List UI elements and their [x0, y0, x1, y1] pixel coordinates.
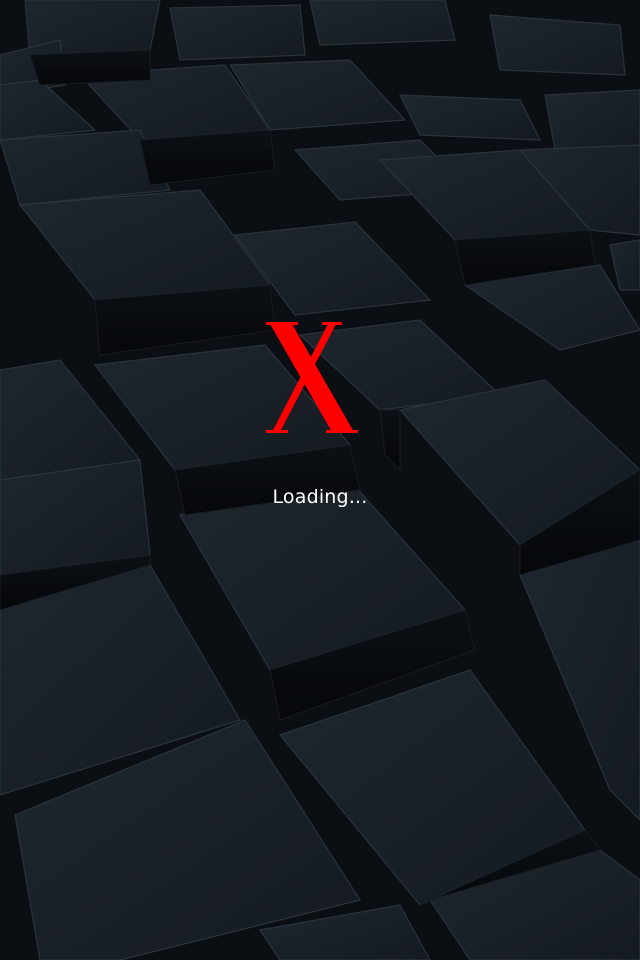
cube-background-image	[0, 0, 640, 960]
splash-screen: Loading...	[0, 0, 640, 960]
red-x-logo-icon	[266, 322, 358, 433]
loading-text: Loading...	[272, 486, 368, 508]
